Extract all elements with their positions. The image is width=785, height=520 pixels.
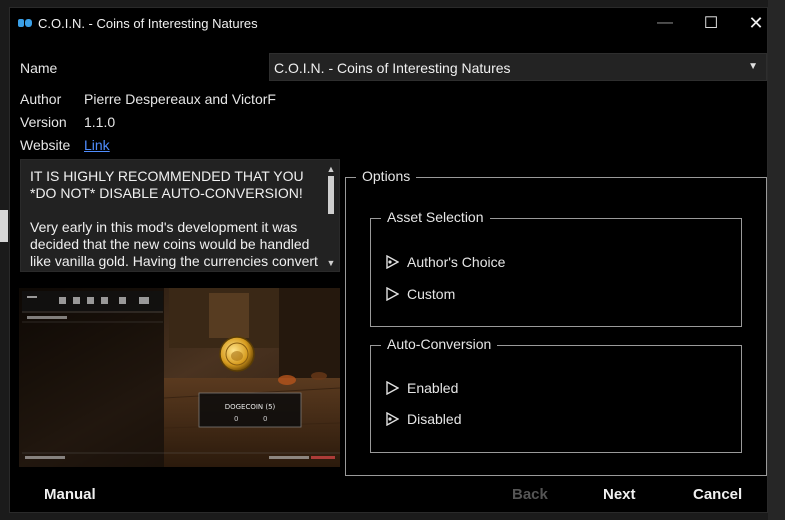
radio-label: Enabled: [407, 380, 459, 396]
description-scrollbar[interactable]: ▲ ▼: [326, 164, 336, 268]
description-text: IT IS HIGHLY RECOMMENDED THAT YOU *DO NO…: [30, 168, 318, 269]
auto-conversion-group: Auto-Conversion Enabled Disabled: [370, 336, 742, 453]
version-value: 1.1.0: [84, 114, 116, 130]
background-window-right: [768, 0, 785, 520]
maximize-button[interactable]: ☐: [688, 8, 734, 38]
preview-image: DOGECOIN (5) 0 0: [19, 288, 340, 467]
radio-label: Disabled: [407, 411, 462, 427]
radio-label: Custom: [407, 286, 456, 302]
manual-button[interactable]: Manual: [44, 486, 96, 503]
preview-qty-label-2: 0: [263, 415, 267, 423]
name-dropdown[interactable]: C.O.I.N. - Coins of Interesting Natures …: [269, 53, 767, 81]
cancel-button[interactable]: Cancel: [693, 486, 742, 503]
scroll-up-icon[interactable]: ▲: [326, 164, 336, 174]
name-label: Name: [20, 60, 58, 76]
name-dropdown-value: C.O.I.N. - Coins of Interesting Natures: [274, 60, 511, 76]
radio-label: Author's Choice: [407, 254, 506, 270]
next-button[interactable]: Next: [603, 486, 636, 503]
title-bar[interactable]: C.O.I.N. - Coins of Interesting Natures …: [10, 8, 767, 40]
website-label: Website: [20, 137, 71, 153]
version-label: Version: [20, 114, 67, 130]
website-link[interactable]: Link: [84, 137, 110, 153]
window-title: C.O.I.N. - Coins of Interesting Natures: [38, 16, 258, 31]
description-box[interactable]: IT IS HIGHLY RECOMMENDED THAT YOU *DO NO…: [20, 159, 340, 272]
installer-window: C.O.I.N. - Coins of Interesting Natures …: [9, 7, 768, 513]
radio-arrow-icon: [386, 381, 399, 395]
radio-authors-choice[interactable]: Author's Choice: [385, 254, 505, 270]
close-button[interactable]: ✕: [733, 8, 779, 38]
radio-arrow-icon: [386, 287, 399, 301]
scroll-down-icon[interactable]: ▼: [326, 258, 336, 268]
background-window-edge: [0, 210, 8, 242]
options-legend: Options: [356, 168, 417, 184]
preview-caption: DOGECOIN (5): [225, 403, 276, 411]
app-icon: [18, 19, 32, 27]
radio-arrow-icon: [386, 255, 399, 269]
asset-selection-legend: Asset Selection: [381, 209, 490, 225]
radio-enabled[interactable]: Enabled: [385, 380, 458, 396]
author-value: Pierre Despereaux and VictorF: [84, 91, 276, 107]
radio-disabled[interactable]: Disabled: [385, 411, 461, 427]
dropdown-arrow-icon: ▼: [748, 61, 758, 72]
options-group: Options Asset Selection Author's Choice …: [345, 168, 767, 476]
radio-custom[interactable]: Custom: [385, 286, 455, 302]
radio-arrow-icon: [386, 412, 399, 426]
back-button[interactable]: Back: [512, 486, 548, 503]
scroll-thumb[interactable]: [328, 176, 334, 214]
asset-selection-group: Asset Selection Author's Choice Custom: [370, 209, 742, 327]
minimize-button[interactable]: —: [642, 8, 688, 38]
preview-qty-label: 0: [234, 415, 238, 423]
auto-conversion-legend: Auto-Conversion: [381, 336, 498, 352]
author-label: Author: [20, 91, 62, 107]
